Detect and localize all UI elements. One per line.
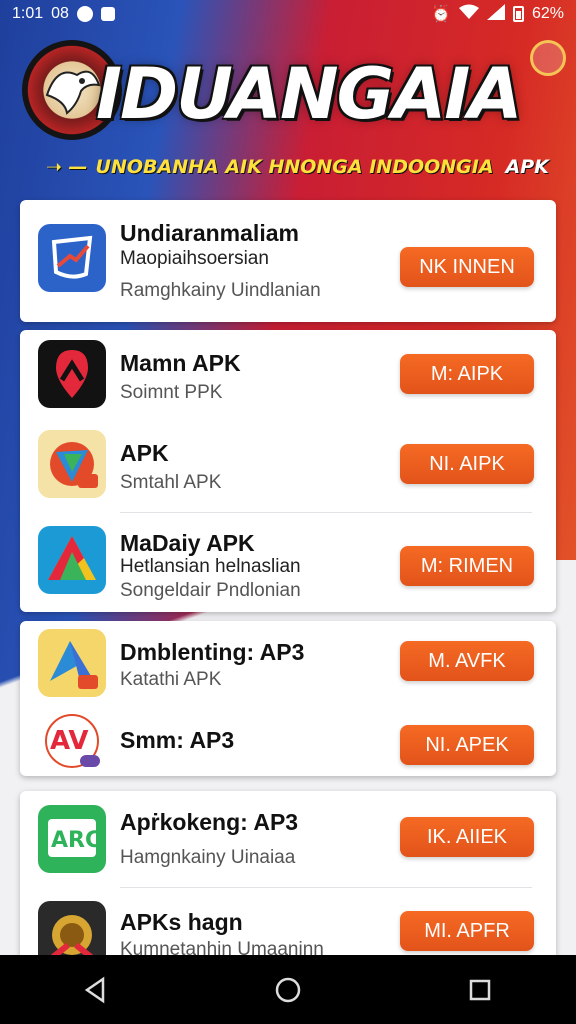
back-button[interactable]	[66, 965, 126, 1015]
app-subtitle: Smtahl APK	[120, 472, 222, 493]
home-button[interactable]	[258, 965, 318, 1015]
app-subtitle: Maopiaihsoersian	[120, 248, 269, 269]
av-logo-icon: AV	[38, 707, 106, 775]
status-extra: 08	[51, 5, 69, 22]
app-subtitle: Soimnt PPK	[120, 382, 223, 403]
app-subtitle-secondary: Songeldair Pndlonian	[120, 580, 301, 601]
app-title: APK	[120, 440, 169, 466]
tagline-suffix: APK	[505, 156, 549, 178]
install-button[interactable]: NK INNEN	[400, 247, 534, 287]
list-item[interactable]: AV Smm: AP3 NI. APEK	[20, 703, 556, 776]
app-subtitle-secondary: Ramghkainy Uindlanian	[120, 280, 321, 301]
app-title: APKs hagn	[120, 909, 243, 935]
a-logo-icon	[38, 629, 106, 697]
list-item[interactable]: Mamn APK Soimnt PPK M: AIPK	[20, 330, 556, 416]
signal-icon	[486, 3, 505, 25]
dash-icon: ➝ —	[46, 156, 88, 178]
status-bar: 1:01 08 ⏰ 62%	[0, 0, 576, 28]
wifi-icon	[458, 4, 479, 25]
app-card: Dmblenting: AP3 Katathi APK M. AVFK AV S…	[20, 621, 556, 776]
install-button[interactable]: M: RIMEN	[400, 546, 534, 586]
app-title: Apṙkokeng: AP3	[120, 809, 299, 835]
app-card: Mamn APK Soimnt PPK M: AIPK APK Smtahl A…	[20, 330, 556, 612]
battery-icon	[512, 6, 524, 22]
shield-icon	[38, 430, 106, 498]
alarm-icon: ⏰	[431, 6, 451, 23]
app-title: Smm: AP3	[120, 727, 235, 753]
app-subtitle: Hetlansian helnaslian	[120, 556, 301, 577]
arc-logo-icon: ARC	[38, 805, 106, 873]
install-button[interactable]: NI. APEK	[400, 725, 534, 765]
back-triangle-icon	[84, 976, 105, 1003]
chart-shield-icon	[38, 224, 106, 292]
app-title: Undiaranmaliam	[120, 220, 299, 246]
svg-text:ARC: ARC	[51, 828, 101, 853]
status-time: 1:01	[12, 5, 44, 22]
location-pin-icon	[38, 340, 106, 408]
navigation-bar	[0, 955, 576, 1024]
message-icon	[100, 7, 115, 21]
sparkle-icon	[530, 40, 566, 76]
notification-icon	[76, 6, 93, 22]
app-brand-title: IDUANGAIA	[96, 53, 522, 135]
divider	[120, 512, 532, 513]
triangle-icon	[38, 526, 106, 594]
home-circle-icon	[275, 977, 301, 1002]
divider	[120, 887, 532, 888]
tagline-text: UNOBANHA AIK HNONGA INDOONGIA	[95, 156, 494, 178]
battery-level: 62%	[531, 5, 564, 22]
app-subtitle: Hamgnkainy Uinaiaa	[120, 847, 296, 868]
app-title: Mamn APK	[120, 350, 241, 376]
app-subtitle: Katathi APK	[120, 669, 222, 690]
install-button[interactable]: M: AIPK	[400, 354, 534, 394]
install-button[interactable]: MI. APFR	[400, 911, 534, 951]
app-card: ARC Apṙkokeng: AP3 Hamgnkainy Uinaiaa IK…	[20, 791, 556, 969]
list-item[interactable]: ARC Apṙkokeng: AP3 Hamgnkainy Uinaiaa IK…	[20, 791, 556, 887]
list-item[interactable]: Undiaranmaliam Maopiaihsoersian Ramghkai…	[20, 200, 556, 322]
app-title: MaDaiy APK	[120, 530, 255, 556]
recents-button[interactable]	[450, 965, 510, 1015]
list-item[interactable]: MaDaiy APK Hetlansian helnaslian Songeld…	[20, 516, 556, 612]
install-button[interactable]: NI. AIPK	[400, 444, 534, 484]
install-button[interactable]: IK. AIIEK	[400, 817, 534, 857]
app-card: Undiaranmaliam Maopiaihsoersian Ramghkai…	[20, 200, 556, 322]
install-button[interactable]: M. AVFK	[400, 641, 534, 681]
list-item[interactable]: Dmblenting: AP3 Katathi APK M. AVFK	[20, 621, 556, 703]
status-left: 1:01 08	[12, 5, 115, 23]
status-right: ⏰ 62%	[431, 3, 564, 25]
tagline: ➝ — UNOBANHA AIK HNONGA INDOONGIA APK	[46, 152, 549, 182]
list-item[interactable]: APKs hagn Kumnetanhin Umaaninn MI. APFR	[20, 891, 556, 969]
recents-square-icon	[469, 979, 491, 1000]
app-title: Dmblenting: AP3	[120, 639, 305, 665]
svg-text:AV: AV	[50, 726, 88, 756]
list-item[interactable]: APK Smtahl APK NI. AIPK	[20, 422, 556, 512]
